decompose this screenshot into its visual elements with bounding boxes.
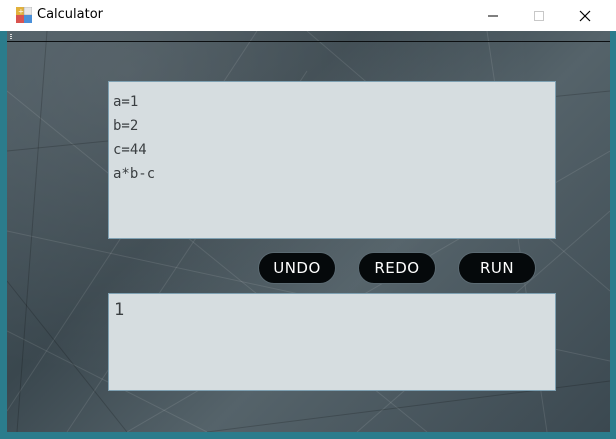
menu-grip-icon[interactable]	[10, 34, 12, 40]
calculator-window: + Calculator a=1 b=2 c=44 a*b-c UNDO RED…	[0, 0, 616, 439]
minimize-icon	[488, 15, 498, 16]
maximize-icon	[534, 10, 544, 21]
undo-button[interactable]: UNDO	[258, 252, 336, 284]
close-button[interactable]	[562, 0, 608, 31]
client-area: a=1 b=2 c=44 a*b-c UNDO REDO RUN 1	[7, 31, 610, 432]
result-value: 1	[114, 300, 125, 320]
window-bottom-border	[0, 432, 616, 439]
close-icon	[579, 10, 591, 21]
input-line: c=44	[113, 142, 147, 158]
redo-button[interactable]: REDO	[358, 252, 436, 284]
input-line: a=1	[113, 94, 139, 110]
input-line: b=2	[113, 118, 139, 134]
calculator-app-icon: +	[16, 6, 33, 23]
input-line: a*b-c	[113, 166, 156, 182]
expression-input[interactable]: a=1 b=2 c=44 a*b-c	[108, 81, 556, 239]
window-title: Calculator	[37, 7, 104, 22]
minimize-button[interactable]	[470, 0, 516, 31]
svg-text:+: +	[18, 8, 24, 16]
run-button[interactable]: RUN	[458, 252, 536, 284]
title-bar[interactable]: + Calculator	[0, 0, 616, 31]
maximize-button[interactable]	[516, 0, 562, 31]
toolbar-divider	[7, 41, 610, 42]
result-output[interactable]: 1	[108, 293, 556, 391]
